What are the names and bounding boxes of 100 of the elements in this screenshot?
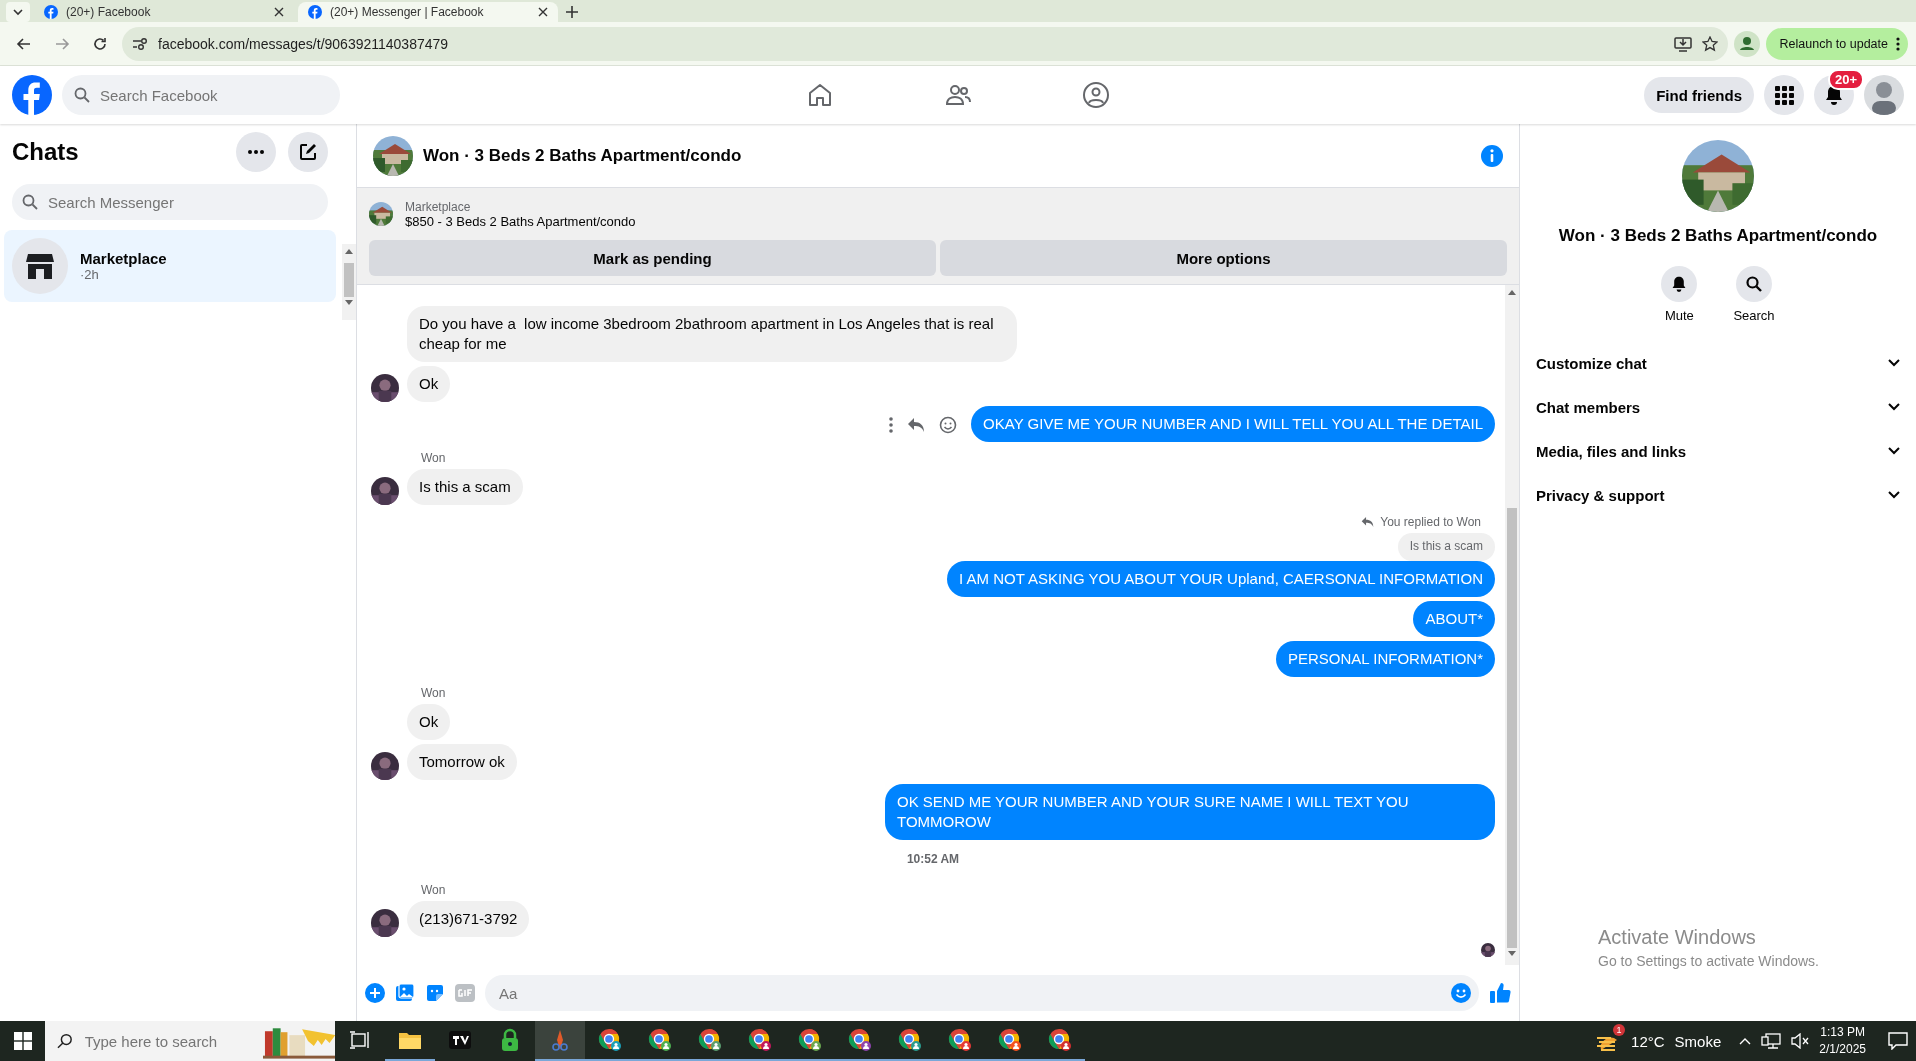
search-icon (1746, 276, 1762, 292)
scrollbar[interactable] (342, 244, 356, 320)
more-button[interactable] (236, 132, 276, 172)
taskbar-search-box[interactable]: Type here to search (45, 1021, 335, 1061)
browser-icon[interactable] (698, 1028, 722, 1052)
message-bubble: (213)671-3792 (407, 901, 530, 937)
image-icon[interactable] (395, 983, 415, 1003)
store-icon (25, 251, 55, 281)
sticker-icon[interactable] (425, 983, 445, 1003)
chat-name: Marketplace (80, 250, 167, 267)
browser-icon[interactable] (998, 1028, 1022, 1052)
profile-icon[interactable] (1733, 30, 1760, 57)
conversation-title: Won · 3 Beds 2 Baths Apartment/condo (1558, 226, 1878, 246)
reply-icon (1361, 516, 1375, 528)
info-icon[interactable] (1481, 144, 1503, 167)
quoted-message: Is this a scam (1397, 533, 1495, 561)
weather-badge: 1 (1613, 1024, 1626, 1036)
reload-icon[interactable] (92, 35, 108, 52)
message-bubble: OKAY GIVE ME YOUR NUMBER AND I WILL TELL YOU ALL THE DETAIL (971, 406, 1495, 442)
back-icon[interactable] (16, 35, 32, 52)
sender-name: Won (421, 883, 447, 897)
find-friends-button[interactable]: Find friends (1644, 77, 1754, 113)
chevron-up-icon[interactable] (1739, 1037, 1752, 1045)
browser-icon[interactable] (948, 1028, 972, 1052)
site-settings-icon[interactable] (132, 36, 148, 51)
compose-button[interactable] (288, 132, 328, 172)
search-field[interactable]: Search Facebook (98, 75, 328, 115)
star-icon[interactable] (1701, 35, 1718, 52)
sender-name: Won (421, 451, 447, 465)
plus-icon[interactable] (566, 6, 578, 18)
address-bar[interactable]: facebook.com/messages/t/9063921140387479 (122, 26, 1728, 61)
browser-icon[interactable] (798, 1028, 822, 1052)
message-bubble: I AM NOT ASKING YOU ABOUT YOUR Upland, CAERSONAL INFORMATION (946, 561, 1495, 597)
message-bubble: Is this a scam (407, 469, 523, 505)
message-bubble: Ok (407, 366, 451, 402)
browser-icon[interactable] (848, 1028, 872, 1052)
smiley-icon[interactable] (1451, 983, 1471, 1003)
chart-app-icon[interactable] (448, 1028, 472, 1052)
search-box[interactable]: Search Facebook (62, 75, 340, 115)
thumbs-up-icon[interactable] (1489, 982, 1511, 1004)
weather-temperature[interactable]: 12°C (1631, 1032, 1665, 1050)
listing-title: $850 - 3 Beds 2 Baths Apartment/condo (405, 213, 636, 229)
browser-icon[interactable] (598, 1028, 622, 1052)
browser-icon[interactable] (748, 1028, 772, 1052)
close-icon[interactable] (274, 7, 284, 17)
listing-button[interactable]: Mark as pending (369, 240, 936, 276)
section-header[interactable]: Privacy & support (1536, 473, 1900, 517)
more-icon[interactable] (1896, 36, 1900, 51)
listing-button[interactable]: More options (940, 240, 1507, 276)
message-bubble: Ok (407, 704, 451, 740)
chat-item[interactable]: Marketplace ·2h (4, 230, 336, 302)
compose-icon (299, 143, 317, 161)
weather-condition[interactable]: Smoke (1674, 1032, 1722, 1050)
sidebar-title: Chats (12, 138, 80, 166)
facebook-icon (308, 5, 322, 19)
browser-icon[interactable] (898, 1028, 922, 1052)
menu-button[interactable] (1764, 75, 1804, 115)
listing-label: Marketplace (405, 199, 472, 214)
section-header[interactable]: Chat members (1536, 385, 1900, 429)
scrollbar[interactable] (1505, 285, 1519, 965)
browser-icon[interactable] (648, 1028, 672, 1052)
forward-icon[interactable] (54, 35, 70, 52)
task-view-icon[interactable] (348, 1028, 372, 1052)
browser-icon[interactable] (1048, 1028, 1072, 1052)
facebook-logo[interactable] (12, 75, 52, 115)
section-header[interactable]: Customize chat (1536, 341, 1900, 385)
relaunch-button[interactable]: Relaunch to update (1765, 27, 1908, 60)
reply-note: You replied to Won (1380, 515, 1481, 529)
smiley-icon[interactable] (939, 416, 958, 434)
notification-badge: 20+ (1827, 69, 1864, 90)
close-icon[interactable] (538, 7, 548, 17)
search-icon (22, 194, 38, 210)
install-icon[interactable] (1673, 35, 1692, 52)
activation-text: Go to Settings to activate Windows. (1598, 953, 1819, 969)
network-icon[interactable] (1761, 1033, 1782, 1049)
section-header[interactable]: Media, files and links (1536, 429, 1900, 473)
timestamp: 10:52 AM (906, 852, 960, 866)
browser-tab[interactable]: (20+) Messenger | Facebook (298, 2, 558, 22)
chat-title: Won · 3 Beds 2 Baths Apartment/condo (423, 145, 743, 166)
browser-tab[interactable]: (20+) Facebook (34, 2, 294, 22)
chevron-down-icon (13, 8, 23, 16)
tab-list-button[interactable] (6, 2, 30, 22)
clock-date[interactable]: 2/1/2025 (1819, 1041, 1866, 1058)
message-bubble: OK SEND ME YOUR NUMBER AND YOUR SURE NAME I WILL TEXT YOU TOMMOROW (885, 784, 1495, 840)
reply-icon[interactable] (907, 417, 926, 433)
taskbar-search-field[interactable]: Type here to search (82, 1021, 253, 1061)
groups-icon[interactable] (1082, 81, 1111, 109)
profile-avatar[interactable] (1864, 75, 1904, 115)
notifications-icon[interactable] (1888, 1032, 1908, 1050)
message-bubble: Tomorrow ok (407, 744, 517, 780)
plus-circle-icon[interactable] (365, 983, 385, 1003)
clock-time[interactable]: 1:13 PM (1820, 1024, 1865, 1041)
chat-time: ·2h (80, 267, 100, 282)
message-bubble: Do you have a low income 3bedroom 2bathroom apartment in Los Angeles that is real cheap for me (407, 306, 1017, 362)
muted-speaker-icon[interactable] (1791, 1033, 1810, 1049)
search-icon (74, 87, 90, 103)
more-icon (248, 150, 264, 154)
message-bubble: PERSONAL INFORMATION* (1275, 641, 1495, 677)
url-field[interactable]: facebook.com/messages/t/9063921140387479 (158, 35, 1664, 52)
bell-icon (1671, 276, 1688, 292)
